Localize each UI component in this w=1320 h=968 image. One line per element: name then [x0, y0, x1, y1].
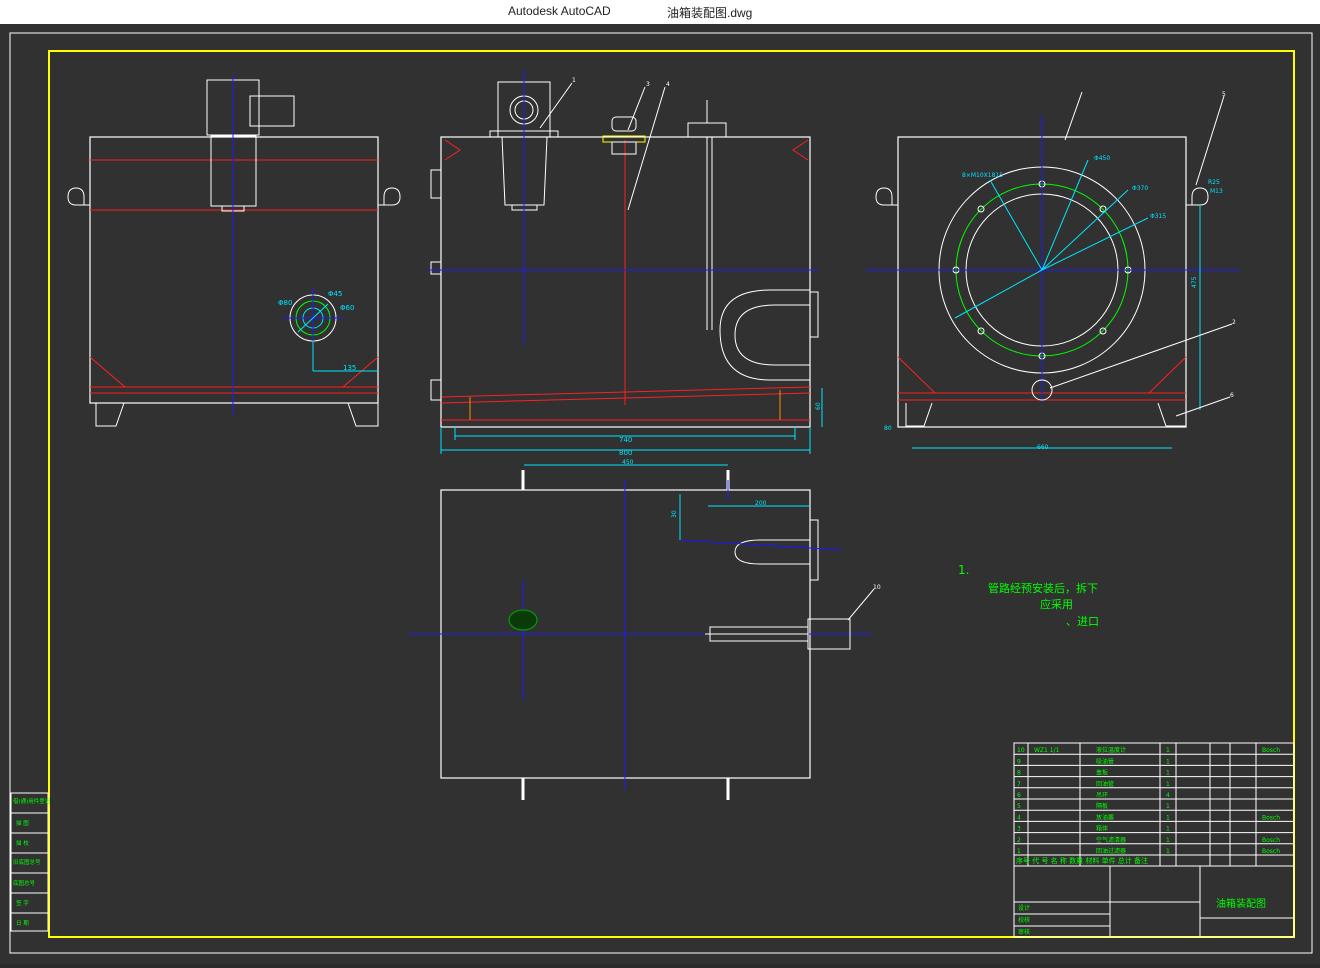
dim-top-200: 200: [755, 500, 767, 507]
bom-cell-name: 盖板: [1096, 769, 1108, 777]
bom-cell-qty: 1: [1166, 747, 1170, 754]
leader-10: 10: [873, 584, 881, 591]
bom-cell-name: 吊环: [1096, 792, 1108, 799]
bom-cell-note: Bosch: [1262, 747, 1280, 754]
bom-cell-name: 回油管: [1096, 780, 1114, 788]
stamp-3: 旧底图总号: [13, 858, 41, 866]
leader-6: 6: [1230, 392, 1234, 399]
leader-2: 2: [1232, 319, 1236, 326]
bom-cell-name: 隔板: [1096, 802, 1108, 810]
technical-notes: 1. 管路经预安装后，拆下 应采用 、进口: [958, 562, 1192, 662]
bom-cell-name: 箱体: [1096, 825, 1108, 833]
leader-5: 5: [1222, 91, 1226, 98]
left-stamp: 借(通)用件登记 描 图 描 校 旧底图总号 底图总号 签 字 日 期: [10, 792, 51, 932]
bom-sign-design: 设计: [1018, 904, 1030, 912]
bom-cell-qty: 1: [1166, 781, 1170, 788]
stamp-6: 日 期: [16, 920, 29, 927]
window-titlebar: Autodesk AutoCAD 油箱装配图.dwg: [0, 0, 1320, 24]
side-view[interactable]: 1 3 4 740 800 60: [428, 70, 823, 457]
bom-sign-review: 审核: [1018, 928, 1030, 936]
stamp-4: 底图总号: [13, 879, 36, 887]
bom-cell-no: 3: [1017, 826, 1021, 833]
note-line-4: 、进口: [1066, 615, 1099, 628]
bom-cell-name: 液位温度计: [1096, 746, 1126, 754]
bill-of-materials[interactable]: 10 WZ1 1/1 液位温度计 1 Bosch 9 吸油管 1 8 盖板 1 7 回油管 1 6 吊环 4 5 隔…: [1013, 742, 1295, 938]
bom-header: 序号 代 号 名 称 数量 材料 单件 总计 备注: [1016, 856, 1148, 865]
dim-right-r25: R25: [1208, 179, 1220, 186]
bom-title: 油箱装配图: [1216, 897, 1266, 910]
top-view[interactable]: 450 200 30 10: [408, 459, 881, 800]
bom-cell-no: 2: [1017, 837, 1021, 844]
leader-1: 1: [572, 77, 576, 84]
dim-right-m13: M13: [1210, 188, 1223, 195]
file-name: 油箱装配图.dwg: [667, 6, 753, 20]
bom-cell-qty: 1: [1166, 803, 1170, 810]
drawing-svg[interactable]: Φ80 Φ45 Φ60 135 1 3 4 740 800 60 Φ450 Φ3…: [0, 24, 1320, 964]
bom-cell-no: 1: [1017, 848, 1021, 855]
dim-right-660: 660: [1037, 444, 1049, 451]
dim-front-d45: Φ45: [328, 290, 342, 298]
leader-3: 3: [646, 81, 650, 88]
bom-cell-code: WZ1 1/1: [1034, 747, 1060, 754]
bom-cell-no: 10: [1017, 747, 1025, 754]
stamp-0: 借(通)用件登记: [13, 797, 51, 805]
bom-cell-note: Bosch: [1262, 837, 1280, 844]
outer-frame: [9, 32, 1313, 954]
app-name: Autodesk AutoCAD: [508, 4, 611, 18]
bom-cell-qty: 1: [1166, 758, 1170, 765]
drawing-canvas[interactable]: Φ80 Φ45 Φ60 135 1 3 4 740 800 60 Φ450 Φ3…: [0, 24, 1320, 964]
dim-right-475: 475: [1191, 276, 1198, 288]
bom-cell-qty: 1: [1166, 814, 1170, 821]
dim-side-740: 740: [619, 436, 632, 444]
right-view[interactable]: Φ450 Φ370 Φ315 8×M10X1815 R25 M13 475 66…: [866, 91, 1240, 451]
bom-cell-name: 空气滤清器: [1096, 836, 1126, 844]
bom-cell-no: 9: [1017, 758, 1021, 765]
dim-front-d60: Φ60: [340, 304, 354, 312]
dim-front-d80: Φ80: [278, 299, 292, 307]
bom-cell-no: 4: [1017, 814, 1021, 821]
bom-cell-qty: 1: [1166, 770, 1170, 777]
bom-cell-qty: 4: [1166, 792, 1170, 799]
bom-sign-check: 校核: [1018, 916, 1030, 924]
bom-cell-note: Bosch: [1262, 848, 1280, 855]
bom-cell-qty: 1: [1166, 848, 1170, 855]
dim-top-30: 30: [671, 510, 678, 518]
bom-cell-qty: 1: [1166, 837, 1170, 844]
bom-cell-note: Bosch: [1262, 814, 1280, 821]
dim-top-450: 450: [622, 459, 634, 466]
leader-4: 4: [666, 81, 670, 88]
dim-side-800: 800: [619, 449, 632, 457]
bom-cell-name: 回油过滤器: [1096, 847, 1126, 855]
bom-cell-name: 吸油管: [1096, 757, 1114, 765]
bom-cell-no: 8: [1017, 770, 1021, 777]
dim-right-80: 80: [884, 425, 892, 432]
dim-right-d315: Φ315: [1150, 213, 1166, 220]
bom-cell-no: 5: [1017, 803, 1021, 810]
dim-front-135: 135: [343, 364, 356, 372]
bom-cell-qty: 1: [1166, 826, 1170, 833]
dim-side-60: 60: [815, 402, 822, 410]
stamp-1: 描 图: [16, 819, 29, 827]
note-line-2: 管路经预安装后，拆下: [988, 581, 1098, 595]
dim-right-thread: 8×M10X1815: [962, 172, 1003, 179]
dim-right-d450: Φ450: [1094, 155, 1110, 162]
bom-cell-no: 7: [1017, 781, 1021, 788]
bom-cell-name: 放油塞: [1096, 813, 1114, 821]
dim-right-d370: Φ370: [1132, 185, 1148, 192]
note-line-3: 应采用: [1040, 597, 1073, 611]
bom-cell-no: 6: [1017, 792, 1021, 799]
stamp-5: 签 字: [16, 899, 29, 907]
note-line-1: 1.: [958, 563, 969, 577]
stamp-2: 描 校: [16, 839, 29, 847]
front-view[interactable]: Φ80 Φ45 Φ60 135: [67, 75, 401, 427]
